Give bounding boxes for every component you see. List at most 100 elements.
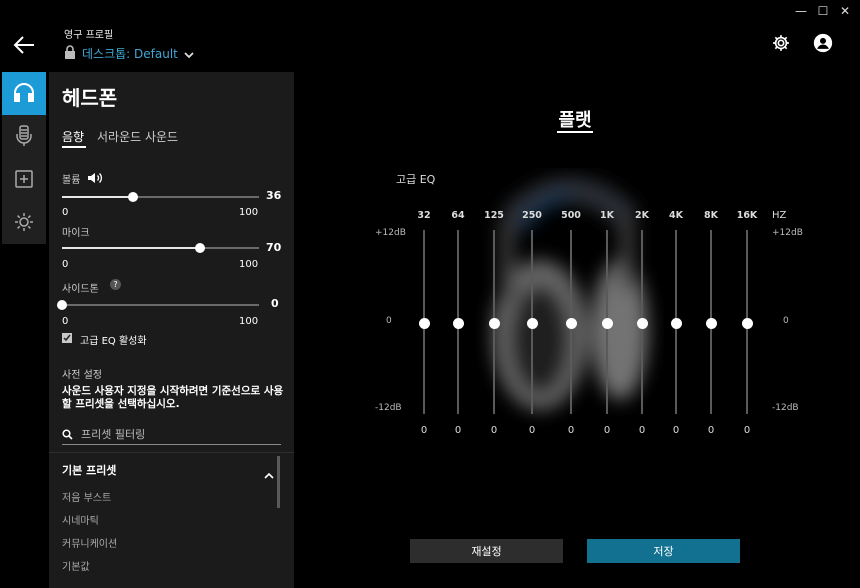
microphone-nav-item[interactable] bbox=[2, 116, 46, 159]
sidetone-label: 사이드톤 bbox=[62, 284, 99, 295]
eq-band-knob[interactable] bbox=[488, 317, 500, 329]
volume-knob[interactable] bbox=[127, 192, 138, 202]
default-presets-title[interactable]: 기본 프리셋 bbox=[62, 462, 116, 478]
db-mid-left: 0 bbox=[386, 316, 392, 326]
sun-icon bbox=[14, 212, 34, 236]
eq-band-knob[interactable] bbox=[526, 317, 538, 329]
eq-band-value: 0 bbox=[707, 425, 715, 436]
reset-button[interactable]: 재설정 bbox=[410, 539, 563, 563]
sidetone-min: 0 bbox=[62, 316, 69, 327]
db-bottom-left: -12dB bbox=[375, 403, 402, 413]
lock-icon bbox=[64, 44, 76, 63]
presets-description: 사운드 사용자 지정을 시작하려면 기준선으로 사용할 프리셋을 선택하십시오. bbox=[62, 385, 284, 410]
tab-audio[interactable]: 음향 bbox=[62, 128, 84, 145]
eq-band-value: 0 bbox=[743, 425, 751, 436]
profile-label: 영구 프로필 bbox=[64, 30, 114, 41]
lighting-nav-item[interactable] bbox=[2, 202, 46, 245]
db-mid-right: 0 bbox=[783, 316, 789, 326]
add-nav-item[interactable] bbox=[2, 159, 46, 202]
maximize-button[interactable]: ☐ bbox=[814, 4, 832, 18]
sidetone-track bbox=[62, 304, 259, 306]
volume-min: 0 bbox=[62, 207, 69, 218]
db-bottom-right: -12dB bbox=[772, 403, 799, 413]
sidetone-max: 100 bbox=[239, 316, 259, 327]
eq-band-knob[interactable] bbox=[601, 317, 613, 329]
eq-band-value: 0 bbox=[420, 425, 428, 436]
eq-band-freq-label: 250 bbox=[522, 210, 542, 221]
volume-max: 100 bbox=[239, 207, 259, 218]
panel-scrollbar[interactable] bbox=[277, 456, 280, 508]
eq-band-knob[interactable] bbox=[452, 317, 464, 329]
device-nav-rail bbox=[2, 72, 46, 244]
eq-band-knob[interactable] bbox=[565, 317, 577, 329]
eq-band-value: 0 bbox=[672, 425, 680, 436]
hz-unit-label: HZ bbox=[772, 210, 787, 221]
eq-band-knob[interactable] bbox=[636, 317, 648, 329]
sidetone-value: 0 bbox=[271, 297, 279, 310]
panel-title: 헤드폰 bbox=[62, 86, 118, 110]
tab-active-underline bbox=[62, 146, 86, 148]
eq-band-freq-label: 125 bbox=[484, 210, 504, 221]
volume-value: 36 bbox=[266, 189, 282, 202]
db-top-left: +12dB bbox=[375, 228, 406, 238]
preset-filter[interactable] bbox=[62, 424, 281, 445]
close-button[interactable]: ✕ bbox=[836, 4, 854, 18]
settings-panel bbox=[49, 72, 294, 588]
headphone-nav-item[interactable] bbox=[2, 72, 46, 115]
eq-band-value: 0 bbox=[603, 425, 611, 436]
db-top-right: +12dB bbox=[772, 228, 803, 238]
eq-band-knob[interactable] bbox=[670, 317, 682, 329]
eq-band-freq-label: 4K bbox=[669, 210, 683, 221]
eq-band-knob[interactable] bbox=[705, 317, 717, 329]
eq-band-value: 0 bbox=[454, 425, 462, 436]
eq-band-knob[interactable] bbox=[741, 317, 753, 329]
preset-item[interactable]: 기본값 bbox=[62, 558, 90, 573]
back-arrow-icon[interactable] bbox=[12, 34, 38, 56]
eq-band-freq-label: 1K bbox=[600, 210, 614, 221]
settings-gear-icon[interactable] bbox=[771, 33, 791, 53]
eq-band-freq-label: 64 bbox=[451, 210, 465, 221]
profile-value: 데스크톱: Default bbox=[82, 46, 178, 61]
advanced-eq-checkbox[interactable] bbox=[62, 333, 72, 343]
preset-item[interactable]: 시네마틱 bbox=[62, 512, 99, 527]
eq-band-value: 0 bbox=[638, 425, 646, 436]
account-icon[interactable] bbox=[813, 33, 833, 53]
checkmark-icon bbox=[63, 334, 71, 342]
mic-max: 100 bbox=[239, 259, 259, 270]
help-icon[interactable]: ? bbox=[110, 279, 121, 290]
preset-item[interactable]: 커뮤니케이션 bbox=[62, 535, 117, 550]
advanced-eq-label: 고급 EQ 활성화 bbox=[80, 336, 147, 347]
speaker-icon bbox=[87, 170, 103, 189]
presets-heading: 사전 설정 bbox=[62, 370, 102, 381]
eq-band-freq-label: 16K bbox=[736, 210, 758, 221]
sidetone-knob[interactable] bbox=[57, 300, 67, 310]
eq-label: 고급 EQ bbox=[396, 173, 436, 186]
eq-band-freq-label: 500 bbox=[561, 210, 581, 221]
eq-mode-underline bbox=[557, 131, 593, 133]
eq-band-value: 0 bbox=[528, 425, 536, 436]
volume-label: 볼륨 bbox=[62, 175, 81, 186]
save-button[interactable]: 저장 bbox=[587, 539, 740, 563]
eq-band-freq-label: 8K bbox=[704, 210, 718, 221]
volume-fill bbox=[62, 196, 133, 198]
eq-band-value: 0 bbox=[490, 425, 498, 436]
eq-band-knob[interactable] bbox=[418, 317, 430, 329]
eq-band-value: 0 bbox=[567, 425, 575, 436]
preset-item[interactable]: 저음 부스트 bbox=[62, 489, 111, 504]
mic-label: 마이크 bbox=[62, 228, 90, 239]
mic-knob[interactable] bbox=[194, 243, 205, 253]
headphone-icon bbox=[13, 82, 35, 106]
mic-value: 70 bbox=[266, 241, 282, 254]
preset-filter-input[interactable] bbox=[81, 427, 261, 441]
microphone-icon bbox=[15, 124, 33, 151]
mic-min: 0 bbox=[62, 259, 69, 270]
add-square-icon bbox=[15, 169, 33, 192]
divider bbox=[49, 452, 294, 453]
eq-mode-title: 플랫 bbox=[558, 110, 592, 131]
profile-selector[interactable]: 데스크톱: Default bbox=[64, 44, 194, 62]
chevron-up-icon[interactable] bbox=[264, 465, 274, 484]
tab-surround[interactable]: 서라운드 사운드 bbox=[97, 128, 178, 145]
mic-fill bbox=[62, 247, 200, 249]
minimize-button[interactable]: — bbox=[792, 4, 810, 18]
search-icon bbox=[62, 425, 73, 444]
